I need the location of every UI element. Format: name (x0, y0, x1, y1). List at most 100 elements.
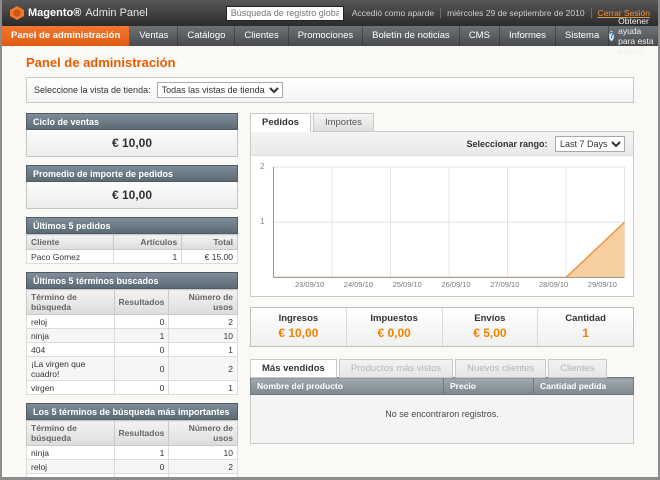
col-cantidad-pedida: Cantidad pedida (534, 378, 634, 395)
products-tabs: Más vendidos Productos más vistos Nuevos… (250, 359, 634, 378)
col-total: Total (182, 235, 238, 250)
tab-nuevos-clientes[interactable]: Nuevos clientes (455, 359, 546, 378)
cell-termino: ¡La virgen que cuadro! (27, 357, 115, 381)
last-orders-table: Cliente Artículos Total Paco Gomez 1 € 1… (26, 234, 238, 264)
logged-in-text: Accedió como aparde (352, 8, 434, 18)
tab-importes[interactable]: Importes (313, 113, 374, 132)
tab-clientes[interactable]: Clientes (548, 359, 606, 378)
empty-row: No se encontraron registros. (251, 395, 634, 444)
cell-resultados: 0 (114, 460, 169, 474)
total-label: Envíos (443, 313, 538, 324)
x-axis-tick: 24/09/10 (344, 280, 373, 289)
table-row[interactable]: reloj 0 2 (27, 315, 238, 329)
nav-item-cms[interactable]: CMS (460, 26, 500, 46)
cell-termino: ¡La virgen que cuadro! (27, 474, 115, 478)
nav-item-catalogo[interactable]: Catálogo (178, 26, 235, 46)
x-axis-tick: 28/09/10 (539, 280, 568, 289)
nav-item-ventas[interactable]: Ventas (130, 26, 178, 46)
table-row[interactable]: ninja 1 10 (27, 446, 238, 460)
orders-chart-panel: Seleccionar rango: Last 7 Days 2 1 23/09… (250, 131, 634, 297)
col-articulos: Artículos (113, 235, 181, 250)
col-precio: Precio (444, 378, 534, 395)
total-label: Impuestos (347, 313, 442, 324)
store-view-label: Seleccione la vista de tienda: (34, 85, 151, 95)
nav-item-clientes[interactable]: Clientes (235, 26, 288, 46)
cell-usos: 2 (169, 315, 238, 329)
page-title: Panel de administración (26, 55, 634, 70)
nav-help-link[interactable]: Obtener ayuda para esta página (609, 26, 658, 46)
store-view-select[interactable]: Todas las vistas de tienda (157, 82, 283, 98)
dashboard: Ciclo de ventas € 10,00 Promedio de impo… (26, 113, 634, 477)
col-resultados: Resultados (114, 421, 169, 446)
box-value: € 10,00 (26, 130, 238, 157)
store-view-bar: Seleccione la vista de tienda: Todas las… (26, 77, 634, 103)
table-row[interactable]: virgen 0 1 (27, 381, 238, 395)
divider (591, 8, 592, 18)
cell-resultados: 1 (114, 329, 169, 343)
last-orders-box: Últimos 5 pedidos Cliente Artículos Tota… (26, 217, 238, 264)
nav-item-informes[interactable]: Informes (500, 26, 556, 46)
header-meta: Accedió como aparde miércoles 29 de sept… (352, 8, 650, 18)
table-row[interactable]: ¡La virgen que cuadro! 0 2 (27, 474, 238, 478)
col-nombre-producto: Nombre del producto (251, 378, 444, 395)
product-name: Admin Panel (85, 7, 147, 19)
magento-admin-page: Magento® Admin Panel Accedió como aparde… (2, 0, 658, 477)
total-value: 1 (538, 326, 633, 340)
col-usos: Número de usos (169, 290, 238, 315)
table-row[interactable]: reloj 0 2 (27, 460, 238, 474)
cell-cliente: Paco Gomez (27, 250, 114, 264)
cell-usos: 2 (169, 460, 238, 474)
totals-bar: Ingresos € 10,00 Impuestos € 0,00 Envíos… (250, 307, 634, 347)
cell-resultados: 0 (114, 381, 169, 395)
cell-termino: 404 (27, 343, 115, 357)
total-cantidad: Cantidad 1 (537, 308, 633, 346)
tab-pedidos[interactable]: Pedidos (250, 113, 311, 132)
box-title: Ciclo de ventas (26, 113, 238, 130)
nav-item-promociones[interactable]: Promociones (289, 26, 363, 46)
col-termino: Término de búsqueda (27, 290, 115, 315)
x-axis-tick: 27/09/10 (490, 280, 519, 289)
logo: Magento® Admin Panel (10, 6, 148, 20)
cell-resultados: 0 (114, 357, 169, 381)
average-order-box: Promedio de importe de pedidos € 10,00 (26, 165, 238, 209)
col-resultados: Resultados (114, 290, 169, 315)
y-axis-tick: 2 (260, 162, 264, 171)
cell-resultados: 0 (114, 343, 169, 357)
total-value: € 5,00 (443, 326, 538, 340)
tab-mas-vendidos[interactable]: Más vendidos (250, 359, 337, 378)
table-row[interactable]: ¡La virgen que cuadro! 0 2 (27, 357, 238, 381)
brand-name: Magento® (28, 7, 81, 19)
chart-area: 2 1 23/09/10 24/09/10 25/09/10 26/09/10 … (251, 156, 633, 296)
nav-item-sistema[interactable]: Sistema (556, 26, 609, 46)
dashboard-right-column: Pedidos Importes Seleccionar rango: Last… (250, 113, 634, 477)
top-search-terms-table: Término de búsqueda Resultados Número de… (26, 420, 238, 477)
last-search-terms-box: Últimos 5 términos buscados Término de b… (26, 272, 238, 395)
cell-usos: 1 (169, 381, 238, 395)
total-label: Cantidad (538, 313, 633, 324)
x-axis-tick: 25/09/10 (393, 280, 422, 289)
box-title: Los 5 términos de búsqueda más important… (26, 403, 238, 420)
nav-item-boletin[interactable]: Boletín de noticias (363, 26, 460, 46)
cell-usos: 10 (169, 446, 238, 460)
cell-termino: ninja (27, 446, 115, 460)
chart-tabs: Pedidos Importes (250, 113, 634, 132)
last-search-terms-table: Término de búsqueda Resultados Número de… (26, 289, 238, 395)
divider (440, 8, 441, 18)
table-row[interactable]: Paco Gomez 1 € 15.00 (27, 250, 238, 264)
global-search-input[interactable] (226, 6, 344, 21)
cell-resultados: 0 (114, 474, 169, 478)
x-axis-labels: 23/09/10 24/09/10 25/09/10 26/09/10 27/0… (273, 278, 625, 296)
cell-termino: ninja (27, 329, 115, 343)
empty-message: No se encontraron registros. (251, 395, 634, 444)
cell-usos: 10 (169, 329, 238, 343)
cell-termino: reloj (27, 460, 115, 474)
range-select[interactable]: Last 7 Days (555, 136, 625, 152)
content: Panel de administración Seleccione la vi… (2, 55, 658, 477)
nav-item-dashboard[interactable]: Panel de administración (2, 26, 130, 46)
col-usos: Número de usos (169, 421, 238, 446)
box-title: Promedio de importe de pedidos (26, 165, 238, 182)
tab-productos-mas-vistos[interactable]: Productos más vistos (339, 359, 453, 378)
lifetime-sales-box: Ciclo de ventas € 10,00 (26, 113, 238, 157)
table-row[interactable]: ninja 1 10 (27, 329, 238, 343)
table-row[interactable]: 404 0 1 (27, 343, 238, 357)
